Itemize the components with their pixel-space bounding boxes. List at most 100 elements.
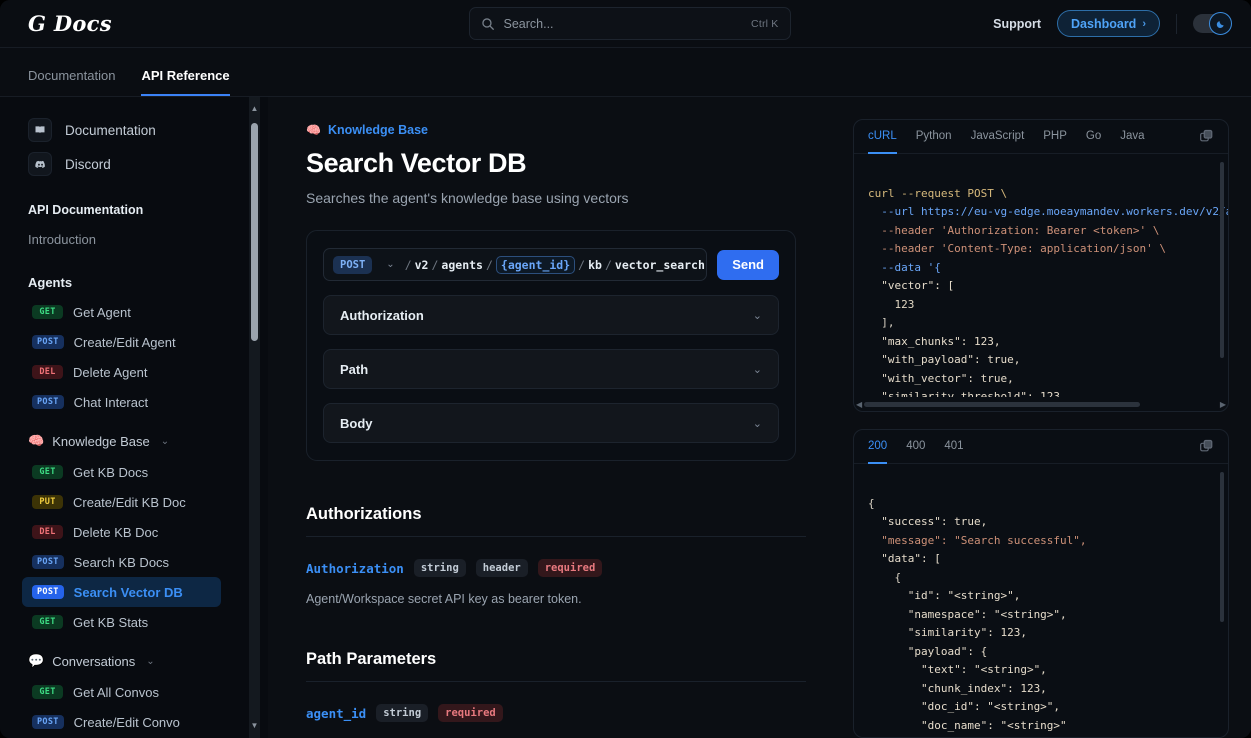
chevron-right-icon: › — [1142, 17, 1146, 30]
response-code-card: 200 400 401 { "success": true, "message"… — [853, 429, 1229, 738]
sidebar-label: Discord — [65, 156, 111, 172]
tab-java[interactable]: Java — [1120, 120, 1144, 154]
request-method-badge: POST — [333, 255, 373, 274]
sidebar-item-documentation[interactable]: Documentation — [28, 113, 250, 147]
sidebar-item-get-kb-stats[interactable]: GET Get KB Stats — [28, 607, 250, 637]
brand-logo[interactable]: G Docs — [28, 11, 328, 36]
chat-icon: 💬 — [28, 653, 45, 668]
sidebar-scrollbar-thumb[interactable] — [251, 123, 258, 341]
code-line: "payload": { — [868, 644, 988, 658]
tab-python[interactable]: Python — [916, 120, 952, 154]
sidebar-label: Search KB Docs — [73, 554, 170, 570]
path-sep: / — [604, 257, 612, 272]
chevron-down-icon: ⌄ — [146, 655, 155, 667]
sidebar-label: Get KB Stats — [73, 614, 149, 630]
accordion-authorization[interactable]: Authorization ⌄ — [323, 295, 779, 335]
sidebar-label: Chat Interact — [73, 394, 149, 410]
top-bar: G Docs Search... Ctrl K Support Dashboar… — [0, 0, 1251, 48]
chevron-down-icon[interactable]: ⌄ — [386, 259, 394, 270]
path-variable[interactable]: {agent_id} — [495, 255, 576, 274]
sidebar-item-create-edit-agent[interactable]: POST Create/Edit Agent — [28, 327, 250, 357]
code-line: "data": [ — [868, 552, 941, 565]
response-json-block[interactable]: { "success": true, "message": "Search su… — [854, 464, 1228, 737]
search-shortcut: Ctrl K — [751, 17, 779, 30]
code-scrollbar-horizontal[interactable]: ◀ ▶ — [854, 397, 1228, 411]
copy-icon[interactable] — [1199, 439, 1214, 454]
tab-status-200[interactable]: 200 — [868, 430, 888, 464]
sidebar-item-chat-interact[interactable]: POST Chat Interact — [28, 387, 250, 417]
scrollbar-thumb[interactable] — [864, 401, 1141, 407]
app-window: G Docs Search... Ctrl K Support Dashboar… — [0, 0, 1251, 738]
param-type-chip: string — [413, 559, 466, 577]
sidebar-item-get-kb-docs[interactable]: GET Get KB Docs — [28, 457, 250, 487]
scroll-up-icon[interactable]: ▲ — [250, 105, 259, 113]
tab-documentation[interactable]: Documentation — [28, 68, 115, 96]
path-sep: / — [578, 257, 586, 272]
sidebar-item-delete-kb-doc[interactable]: DEL Delete KB Doc — [28, 517, 250, 547]
status-tab-bar: 200 400 401 — [854, 430, 1228, 464]
chevron-down-icon: ⌄ — [752, 363, 762, 376]
sidebar-item-discord[interactable]: Discord — [28, 147, 250, 181]
sidebar-group-agents: Agents — [28, 274, 73, 290]
sidebar-item-get-agent[interactable]: GET Get Agent — [28, 297, 250, 327]
sidebar-group-conversations[interactable]: 💬 Conversations ⌄ — [28, 645, 250, 677]
request-url-bar[interactable]: POST ⌄ / v2/agents / {agent_id} / kb / vector_s… — [323, 248, 708, 281]
code-line: "chunk_index": 123, — [868, 681, 1047, 695]
method-badge: GET — [32, 684, 63, 700]
code-line: "text": "<string>", — [868, 663, 1047, 676]
scroll-down-icon[interactable]: ▼ — [250, 722, 259, 730]
sidebar-item-get-all-convos[interactable]: GET Get All Convos — [28, 677, 250, 707]
code-line: "doc_id": "<string>", — [868, 700, 1061, 713]
sidebar-label: Search Vector DB — [73, 584, 183, 600]
dashboard-button[interactable]: Dashboard › — [1057, 10, 1160, 37]
sidebar-item-create-edit-convo[interactable]: POST Create/Edit Convo — [28, 707, 250, 737]
copy-icon[interactable] — [1199, 129, 1214, 144]
path-seg: agents — [441, 257, 483, 272]
code-line: { — [868, 570, 902, 584]
code-line: "doc_name": "<string>" — [868, 718, 1067, 732]
tab-curl[interactable]: cURL — [868, 120, 897, 154]
tab-status-401[interactable]: 401 — [944, 430, 963, 464]
search-input[interactable]: Search... Ctrl K — [468, 7, 791, 40]
sidebar-item-search-kb-docs[interactable]: POST Search KB Docs — [28, 547, 250, 577]
tab-go[interactable]: Go — [1086, 120, 1101, 154]
sidebar-item-delete-agent[interactable]: DEL Delete Agent — [28, 357, 250, 387]
method-badge: PUT — [32, 494, 63, 510]
tab-javascript[interactable]: JavaScript — [971, 120, 1025, 154]
breadcrumb[interactable]: 🧠 Knowledge Base — [306, 123, 821, 137]
sidebar-item-introduction[interactable]: Introduction — [28, 225, 250, 253]
code-line: --header 'Content-Type: application/json… — [868, 242, 1167, 255]
request-code-card: cURL Python JavaScript PHP Go Java curl … — [853, 119, 1229, 412]
sidebar-label: Get All Convos — [73, 684, 159, 700]
theme-toggle[interactable] — [1193, 12, 1232, 35]
code-scrollbar-vertical[interactable] — [1220, 472, 1224, 622]
sidebar-scrollbar[interactable]: ▲ ▼ — [249, 97, 260, 738]
send-button[interactable]: Send — [717, 249, 779, 280]
method-badge: POST — [32, 394, 64, 410]
scroll-left-icon[interactable]: ◀ — [856, 400, 862, 409]
tab-api-reference[interactable]: API Reference — [141, 68, 230, 96]
accordion-path[interactable]: Path ⌄ — [323, 349, 779, 389]
tab-php[interactable]: PHP — [1043, 120, 1067, 154]
scroll-right-icon[interactable]: ▶ — [1220, 400, 1226, 409]
authorization-description: Agent/Workspace secret API key as bearer… — [306, 592, 582, 606]
param-type-chip: string — [376, 704, 429, 722]
path-seg: kb — [588, 257, 602, 272]
tab-status-400[interactable]: 400 — [906, 430, 925, 464]
method-badge: GET — [32, 464, 63, 480]
accordion-body[interactable]: Body ⌄ — [323, 403, 779, 443]
support-link[interactable]: Support — [993, 17, 1041, 31]
sidebar-item-create-edit-kb-doc[interactable]: PUT Create/Edit KB Doc — [28, 487, 250, 517]
method-badge: DEL — [32, 364, 63, 380]
curl-code-block[interactable]: curl --request POST \ --url https://eu-v… — [854, 154, 1228, 397]
sidebar-item-search-vector-db[interactable]: POST Search Vector DB — [22, 577, 221, 607]
code-line: "success": true, — [868, 515, 988, 528]
path-seg: v2 — [414, 257, 429, 272]
sidebar-section-heading: API Documentation — [28, 203, 144, 217]
sidebar-group-knowledge-base[interactable]: 🧠 Knowledge Base ⌄ — [28, 425, 250, 457]
language-tab-bar: cURL Python JavaScript PHP Go Java — [854, 120, 1228, 154]
sidebar-label: Create/Edit Convo — [73, 714, 180, 730]
brain-icon: 🧠 — [28, 433, 45, 448]
code-scrollbar-vertical[interactable] — [1220, 162, 1224, 358]
sidebar-label: Get Agent — [73, 304, 131, 320]
